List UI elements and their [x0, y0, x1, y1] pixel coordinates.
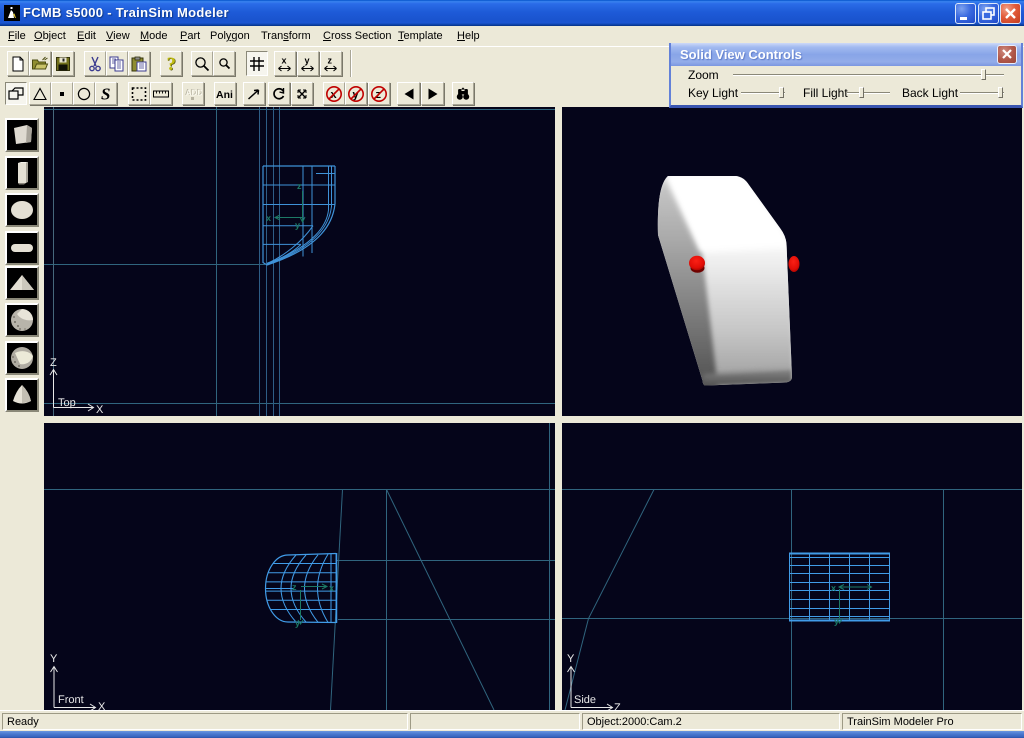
svg-text:Side: Side — [574, 694, 596, 706]
svg-text:?: ? — [167, 55, 177, 73]
svg-text:Y: Y — [567, 653, 575, 665]
svg-text:Y: Y — [50, 653, 58, 665]
svg-text:z: z — [292, 582, 297, 592]
svg-text:y: y — [295, 220, 300, 230]
svg-text:z: z — [328, 55, 333, 65]
svg-text:S: S — [101, 85, 110, 102]
svg-text:z: z — [297, 181, 302, 191]
svg-text:Front: Front — [58, 694, 84, 706]
svg-text:x: x — [266, 213, 271, 223]
svg-text:Top: Top — [58, 397, 76, 409]
svg-text:x: x — [282, 55, 287, 65]
svg-text:y: y — [295, 618, 300, 628]
svg-text:Z: Z — [614, 702, 621, 710]
svg-text:x: x — [831, 583, 836, 593]
svg-text:x: x — [329, 583, 334, 593]
svg-text:X: X — [98, 701, 106, 710]
svg-text:X: X — [96, 404, 104, 416]
svg-text:y: y — [305, 55, 310, 65]
svg-text:ADD: ADD — [186, 88, 202, 97]
svg-text:Z: Z — [50, 357, 57, 369]
svg-text:Ani: Ani — [216, 89, 233, 100]
